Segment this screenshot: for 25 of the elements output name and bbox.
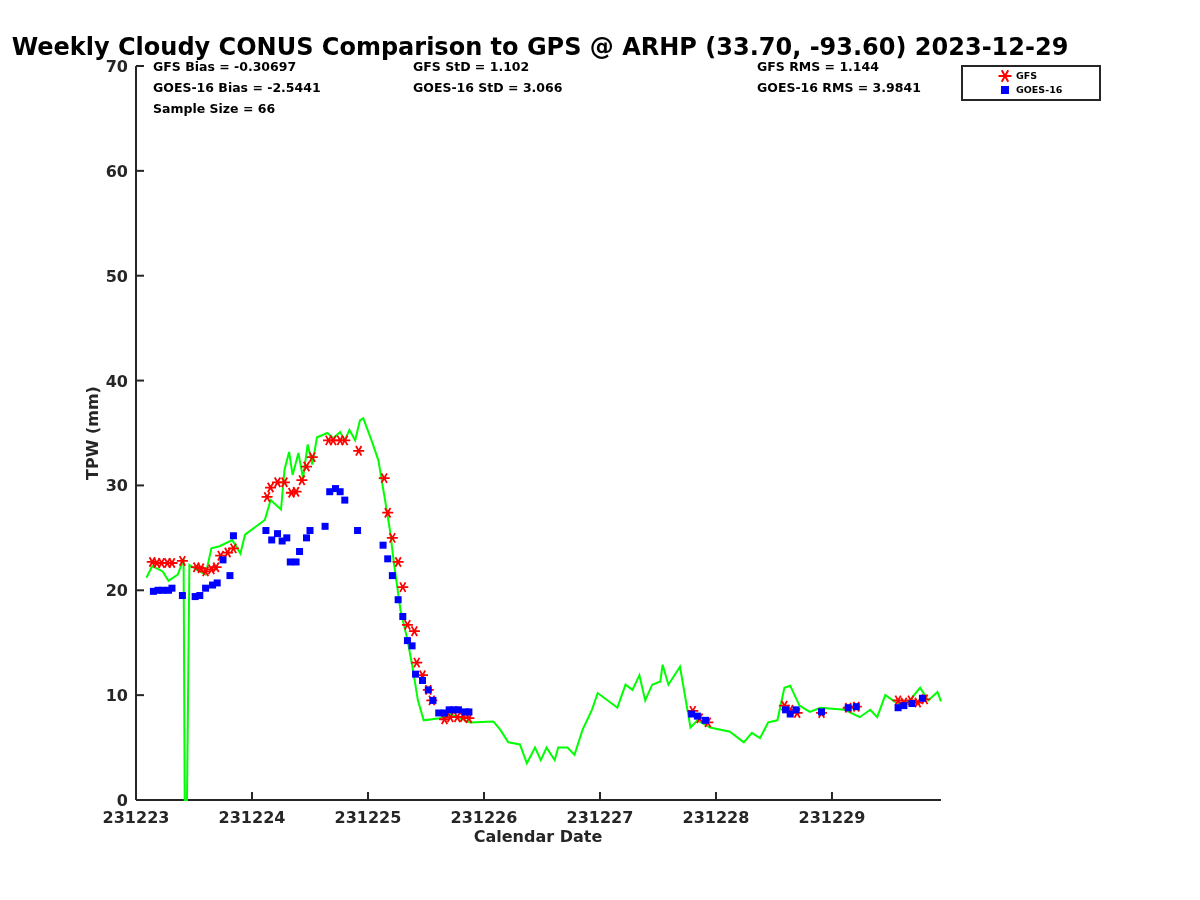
stat-text: GFS Bias = -0.30697 (153, 59, 297, 74)
stat-text: Sample Size = 66 (153, 101, 276, 116)
tick-label: 10 (105, 686, 128, 706)
tick-label: 231227 (566, 808, 634, 827)
tick-label: 60 (105, 161, 128, 181)
tick-label: 231224 (218, 808, 286, 827)
tick-label: 231223 (102, 808, 170, 827)
tick-label: 40 (105, 371, 128, 391)
legend-label: GFS (1016, 70, 1038, 81)
tick-label: 231225 (334, 808, 402, 827)
tick-label: 20 (105, 581, 128, 601)
tick-label: 50 (105, 266, 128, 286)
stat-text: GOES-16 StD = 3.066 (413, 80, 563, 95)
stat-text: GOES-16 RMS = 3.9841 (757, 80, 921, 95)
tick-label: 231226 (450, 808, 518, 827)
legend-label: GOES-16 (1016, 84, 1063, 95)
stat-text: GOES-16 Bias = -2.5441 (153, 80, 321, 95)
stat-text: GFS RMS = 1.144 (757, 59, 879, 74)
axis-label: Calendar Date (473, 827, 603, 846)
stat-text: GFS StD = 1.102 (413, 59, 530, 74)
tick-label: 231228 (682, 808, 750, 827)
tick-label: 231229 (798, 808, 866, 827)
tick-label: 0 (116, 791, 128, 810)
tick-label: 30 (105, 476, 128, 496)
axis-label: TPW (mm) (83, 386, 102, 480)
